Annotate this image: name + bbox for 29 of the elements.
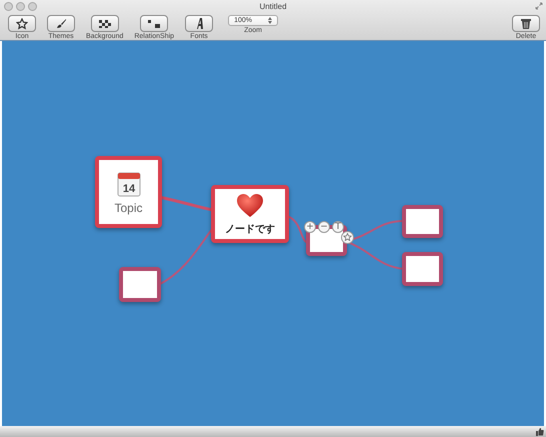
star-button[interactable]	[341, 231, 354, 244]
connector-line	[286, 215, 308, 244]
thumbs-up-icon[interactable]	[535, 427, 544, 436]
icon-button[interactable]	[8, 15, 36, 32]
relationship-button[interactable]	[140, 15, 168, 32]
relationship-icon	[146, 18, 162, 28]
fonts-button[interactable]	[185, 15, 214, 32]
topic-node[interactable]	[402, 205, 443, 238]
star-icon	[16, 18, 28, 30]
topic-node[interactable]	[119, 267, 161, 302]
topic-node[interactable]	[402, 252, 443, 286]
node-label: ノードです	[225, 222, 275, 236]
topic-node[interactable]: ノードです	[211, 185, 289, 243]
stepper-icon	[268, 17, 272, 24]
delete-button[interactable]	[512, 15, 540, 32]
add-button[interactable]: +	[304, 221, 316, 233]
checker-icon	[96, 18, 113, 28]
text-button[interactable]: T	[332, 221, 344, 233]
fullscreen-icon[interactable]	[535, 2, 543, 10]
node-label: Topic	[114, 200, 142, 214]
background-button[interactable]	[90, 15, 119, 32]
window-title: Untitled	[259, 2, 287, 11]
heart-icon	[236, 192, 264, 218]
remove-button[interactable]: −	[318, 221, 330, 233]
themes-button[interactable]	[47, 15, 75, 32]
topic-node[interactable]: 14 Topic	[95, 156, 162, 228]
calendar-date: 14	[122, 182, 135, 194]
brush-icon	[55, 18, 67, 30]
trash-icon	[521, 18, 531, 29]
